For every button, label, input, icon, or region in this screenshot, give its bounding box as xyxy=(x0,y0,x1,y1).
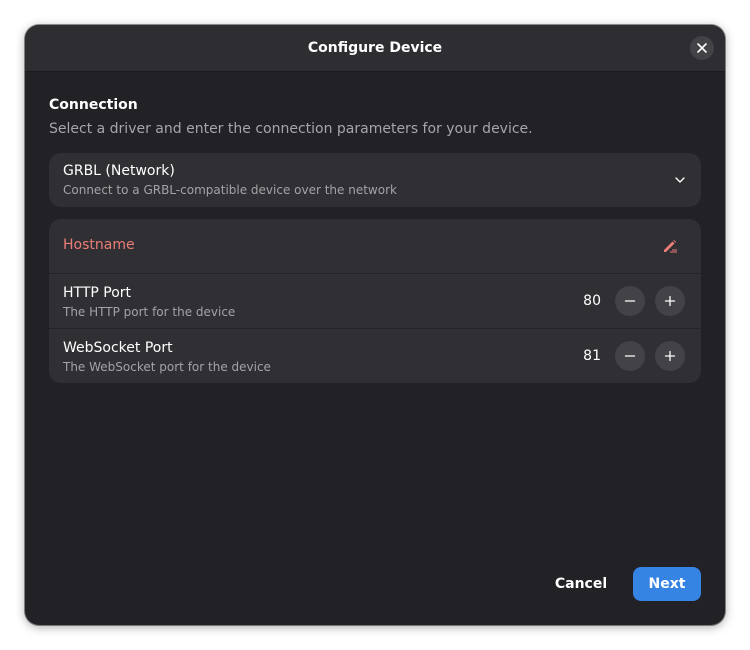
next-button[interactable]: Next xyxy=(633,567,701,601)
minus-icon xyxy=(624,300,636,302)
driver-dropdown[interactable]: GRBL (Network) Connect to a GRBL-compati… xyxy=(49,153,701,207)
driver-selected-title: GRBL (Network) xyxy=(63,163,175,179)
websocket-port-subtitle: The WebSocket port for the device xyxy=(63,360,271,374)
close-button[interactable] xyxy=(690,36,714,60)
close-icon xyxy=(697,43,707,53)
plus-icon xyxy=(664,295,676,307)
websocket-port-increment-button[interactable] xyxy=(655,341,685,371)
http-port-value[interactable]: 80 xyxy=(583,293,601,309)
chevron-down-icon xyxy=(675,177,685,183)
plus-icon xyxy=(664,350,676,362)
edit-icon xyxy=(664,240,677,253)
http-port-subtitle: The HTTP port for the device xyxy=(63,305,236,319)
driver-selected-subtitle: Connect to a GRBL-compatible device over… xyxy=(63,183,397,197)
dialog-header: Configure Device xyxy=(25,25,725,72)
websocket-port-label: WebSocket Port xyxy=(63,340,173,356)
connection-params-list: Hostname HTTP Port The HTTP port for the… xyxy=(49,219,701,383)
hostname-field[interactable]: Hostname xyxy=(63,237,135,253)
websocket-port-value[interactable]: 81 xyxy=(583,348,601,364)
http-port-decrement-button[interactable] xyxy=(615,286,645,316)
http-port-row: HTTP Port The HTTP port for the device 8… xyxy=(49,274,701,329)
http-port-increment-button[interactable] xyxy=(655,286,685,316)
minus-icon xyxy=(624,355,636,357)
configure-device-dialog: Configure Device Connection Select a dri… xyxy=(25,25,725,625)
websocket-port-row: WebSocket Port The WebSocket port for th… xyxy=(49,329,701,383)
dialog-title: Configure Device xyxy=(307,40,443,56)
cancel-button[interactable]: Cancel xyxy=(545,567,617,601)
hostname-entry-row[interactable]: Hostname xyxy=(49,219,701,274)
http-port-label: HTTP Port xyxy=(63,285,132,301)
websocket-port-decrement-button[interactable] xyxy=(615,341,645,371)
connection-heading: Connection xyxy=(49,97,138,113)
connection-description: Select a driver and enter the connection… xyxy=(49,121,533,137)
